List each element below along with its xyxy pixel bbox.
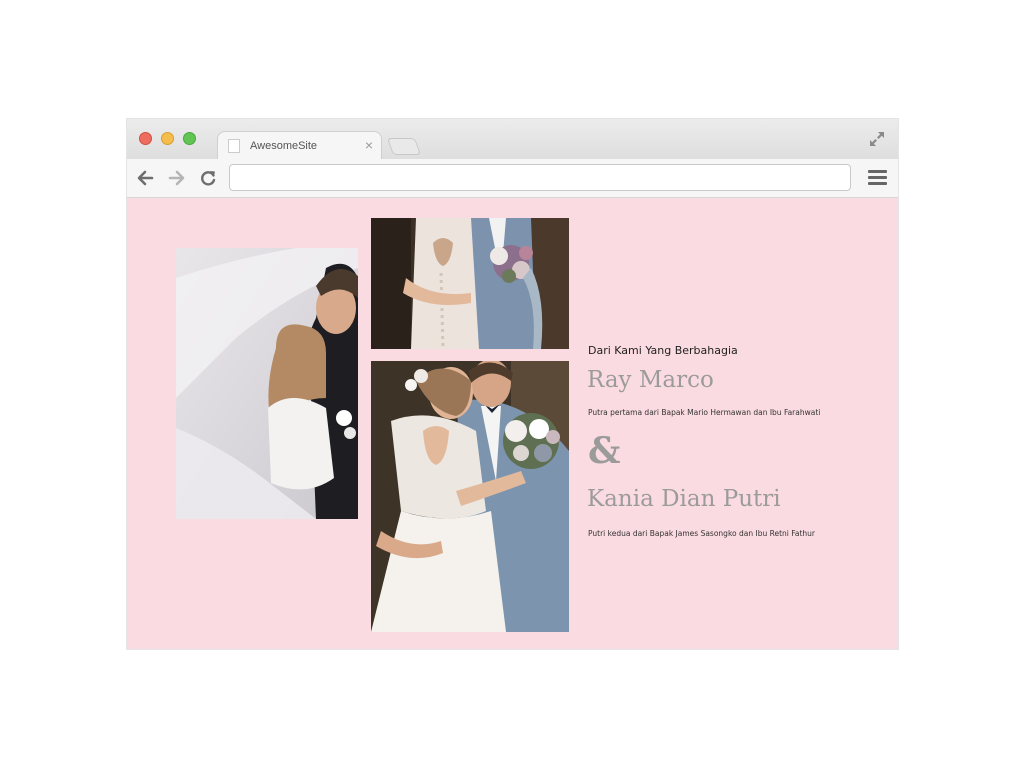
reload-icon[interactable] — [198, 168, 218, 188]
title-bar: AwesomeSite × — [127, 119, 898, 160]
new-tab-button[interactable] — [386, 138, 422, 155]
window-maximize-button[interactable] — [183, 132, 196, 145]
intro-text: Dari Kami Yang Berbahagia — [588, 344, 738, 357]
ampersand: & — [588, 430, 621, 472]
couple-embrace-bouquet-photo — [371, 361, 569, 632]
browser-window: AwesomeSite × Dari Kami Yang Berbahagia … — [127, 119, 898, 649]
arrow-left-icon[interactable] — [135, 168, 155, 188]
groom-name: Ray Marco — [587, 367, 714, 393]
window-minimize-button[interactable] — [161, 132, 174, 145]
bride-parents-text: Putri kedua dari Bapak James Sasongko da… — [588, 529, 815, 538]
tab-close-icon[interactable]: × — [365, 137, 373, 153]
tab-title: AwesomeSite — [250, 140, 318, 152]
window-close-button[interactable] — [139, 132, 152, 145]
address-bar-input[interactable] — [229, 164, 851, 191]
expand-icon[interactable] — [868, 130, 886, 148]
page-favicon-icon — [228, 139, 240, 153]
browser-tab[interactable]: AwesomeSite × — [217, 131, 382, 160]
page-content: Dari Kami Yang Berbahagia Ray Marco Putr… — [127, 198, 898, 649]
bride-name: Kania Dian Putri — [587, 486, 781, 512]
browser-toolbar — [127, 159, 898, 198]
couple-veil-kiss-photo — [176, 248, 358, 519]
groom-parents-text: Putra pertama dari Bapak Mario Hermawan … — [588, 408, 821, 417]
couple-back-view-bouquet-photo — [371, 218, 569, 349]
hamburger-menu-icon[interactable] — [868, 170, 887, 186]
arrow-right-icon[interactable] — [167, 168, 187, 188]
